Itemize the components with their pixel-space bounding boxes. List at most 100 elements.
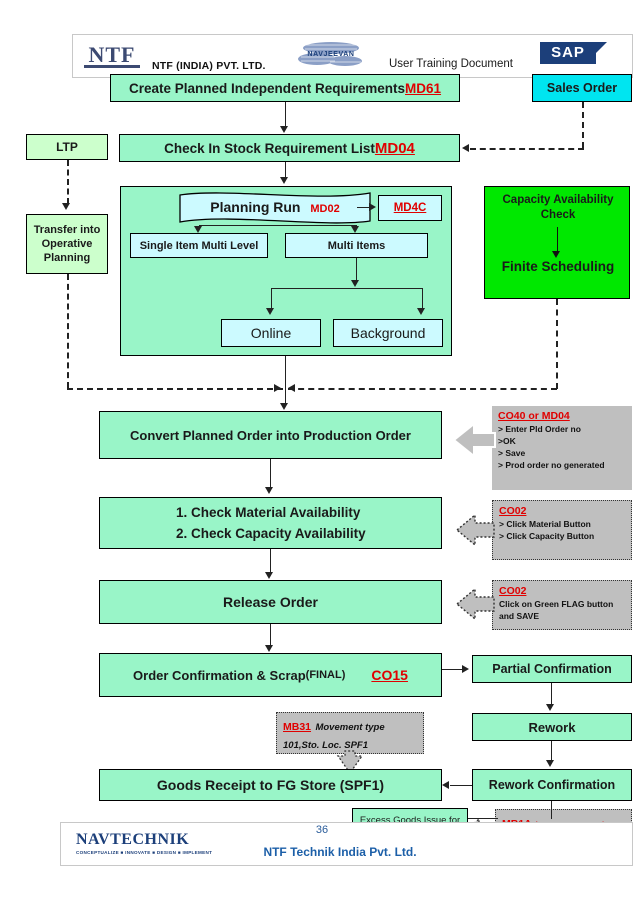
ntf-logo-icon: NTF xyxy=(84,44,140,68)
step-planning-run[interactable]: Planning Run MD02 xyxy=(178,191,372,225)
callout-mb31: MB31 Movement type 101,Sto. Loc. SPF1 xyxy=(276,712,424,754)
arrowhead-down xyxy=(351,280,359,287)
connector-reworkconf-down xyxy=(551,801,552,819)
tcode-md04: MD04 xyxy=(374,139,415,157)
connector-online-bg-split xyxy=(271,288,423,289)
connector-pir-to-md04 xyxy=(285,102,286,128)
arrowhead-down xyxy=(62,203,70,210)
navjeevan-logo-icon: NAVJEEVAN xyxy=(295,40,367,70)
arrowhead-down xyxy=(417,308,425,315)
capacity-availability-group[interactable]: Capacity Availability Check Finite Sched… xyxy=(484,186,630,299)
document-title: User Training Document xyxy=(389,58,513,70)
tcode-co15: CO15 xyxy=(371,667,408,683)
callout-co02-material-line-2: > Click Capacity Button xyxy=(499,531,595,541)
connector-mb1a-to-excess xyxy=(468,818,498,819)
arrowhead-right xyxy=(462,664,469,673)
arrowhead-down xyxy=(265,487,273,494)
step-create-pir[interactable]: Create Planned Independent Requirements … xyxy=(110,74,460,102)
callout-mb31-title: MB31 xyxy=(283,721,312,733)
callout-co40-line-3: > Save xyxy=(498,448,526,458)
step-rework[interactable]: Rework xyxy=(472,713,632,741)
planning-run-label-group: Planning Run MD02 xyxy=(178,199,372,215)
arrowhead-right xyxy=(274,383,281,392)
connector-planarea-to-convert xyxy=(285,356,286,406)
tcode-md02: MD02 xyxy=(310,203,340,215)
connector-capacity-to-junction xyxy=(556,299,558,389)
connector-rework-to-reworkconf xyxy=(551,741,552,761)
connector-planrun-split xyxy=(199,225,357,226)
step-release-order[interactable]: Release Order xyxy=(99,580,442,624)
step-single-item-multi-level[interactable]: Single Item Multi Level xyxy=(130,233,268,258)
rework-confirmation-label: Rework Confirmation xyxy=(488,778,616,792)
arrowhead-down xyxy=(266,308,274,315)
footer-company-name: NTF Technik India Pvt. Ltd. xyxy=(263,845,417,859)
arrowhead-down xyxy=(546,704,554,711)
step-check-stock-requirement-list[interactable]: Check In Stock Requirement List MD04 xyxy=(119,134,460,162)
release-order-label: Release Order xyxy=(223,594,318,610)
connector-release-to-orderconf xyxy=(270,624,271,646)
callout-co02-release-line-2: and SAVE xyxy=(499,611,539,621)
goods-receipt-label: Goods Receipt to FG Store (SPF1) xyxy=(156,777,385,793)
callout-co02-release-line-1: Click on Green FLAG button xyxy=(499,599,614,609)
connector-md04-down xyxy=(285,162,286,178)
connector-sales-left xyxy=(470,148,584,150)
convert-label: Convert Planned Order into Production Or… xyxy=(130,427,411,443)
callout-co02-release: CO02 Click on Green FLAG button and SAVE xyxy=(492,580,632,630)
connector-dashed-left-to-center xyxy=(67,388,283,390)
navtechnik-logo-icon: NAVTECHNIK CONCEPTUALIZE ■ INNOVATE ■ DE… xyxy=(76,830,216,860)
step-online[interactable]: Online xyxy=(221,319,321,347)
callout-co40-pointer-icon xyxy=(452,418,496,462)
callout-co02-release-title: CO02 xyxy=(499,585,527,597)
connector-multi-down xyxy=(356,258,357,282)
step-rework-confirmation[interactable]: Rework Confirmation xyxy=(472,769,632,801)
callout-co02-material-line-1: > Click Material Button xyxy=(499,519,591,529)
connector-dashed-center-to-right xyxy=(288,388,557,390)
arrowhead-left xyxy=(288,383,295,392)
step-md4c[interactable]: MD4C xyxy=(378,195,442,221)
capacity-check-label: Capacity Availability Check xyxy=(502,194,614,221)
step-transfer-operative-planning[interactable]: Transfer into Operative Planning xyxy=(26,214,108,274)
tcode-md4c: MD4C xyxy=(393,202,427,214)
arrowhead-left xyxy=(442,780,449,789)
step-sales-order[interactable]: Sales Order xyxy=(532,74,632,102)
connector-partial-to-rework xyxy=(551,683,552,705)
arrowhead-down xyxy=(351,226,359,233)
step-convert-planned-order[interactable]: Convert Planned Order into Production Or… xyxy=(99,411,442,459)
arrowhead-right xyxy=(369,202,376,211)
connector-capacity-down xyxy=(557,227,558,253)
check-capacity-label: 2. Check Capacity Availability xyxy=(176,526,366,541)
step-multi-items[interactable]: Multi Items xyxy=(285,233,428,258)
flowchart-page: NTF NTF (INDIA) PVT. LTD. NAVJEEVAN User… xyxy=(0,0,638,902)
step-sales-order-label: Sales Order xyxy=(546,81,618,95)
step-goods-receipt[interactable]: Goods Receipt to FG Store (SPF1) xyxy=(99,769,442,801)
step-transfer-label: Transfer into Operative Planning xyxy=(33,224,101,264)
partial-confirmation-label: Partial Confirmation xyxy=(492,662,612,676)
callout-co40-line-1: > Enter Pld Order no xyxy=(498,424,581,434)
step-availability-checks[interactable]: 1. Check Material Availability 2. Check … xyxy=(99,497,442,549)
navtechnik-tagline: CONCEPTUALIZE ■ INNOVATE ■ DESIGN ■ IMPL… xyxy=(76,850,213,855)
connector-convert-to-checks xyxy=(270,459,271,489)
online-label: Online xyxy=(250,325,292,341)
step-background[interactable]: Background xyxy=(333,319,443,347)
step-order-confirmation[interactable]: Order Confirmation & Scrap (FINAL) CO15 xyxy=(99,653,442,697)
connector-sales-down xyxy=(582,102,584,148)
callout-co40-line-2: >OK xyxy=(498,436,516,446)
finite-scheduling-label: Finite Scheduling xyxy=(501,259,615,274)
callout-co02-material: CO02 > Click Material Button > Click Cap… xyxy=(492,500,632,560)
planning-run-label: Planning Run xyxy=(210,199,301,215)
connector-orderconf-to-partial xyxy=(442,669,464,670)
connector-reworkconf-to-goods xyxy=(450,785,472,786)
connector-to-online xyxy=(271,288,272,310)
callout-co02-release-pointer-icon xyxy=(455,583,495,625)
arrowhead-left xyxy=(462,143,469,152)
sap-logo-icon: SAP xyxy=(540,42,607,64)
multi-items-label: Multi Items xyxy=(327,239,386,252)
check-material-label: 1. Check Material Availability xyxy=(176,505,361,520)
navjeevan-logo-text: NAVJEEVAN xyxy=(307,51,355,58)
navtechnik-logo-text: NAVTECHNIK xyxy=(76,831,190,848)
connector-ltp-down xyxy=(67,160,69,204)
step-ltp[interactable]: LTP xyxy=(26,134,108,160)
rework-label: Rework xyxy=(528,719,576,735)
arrowhead-down xyxy=(552,251,560,258)
step-partial-confirmation[interactable]: Partial Confirmation xyxy=(472,655,632,683)
